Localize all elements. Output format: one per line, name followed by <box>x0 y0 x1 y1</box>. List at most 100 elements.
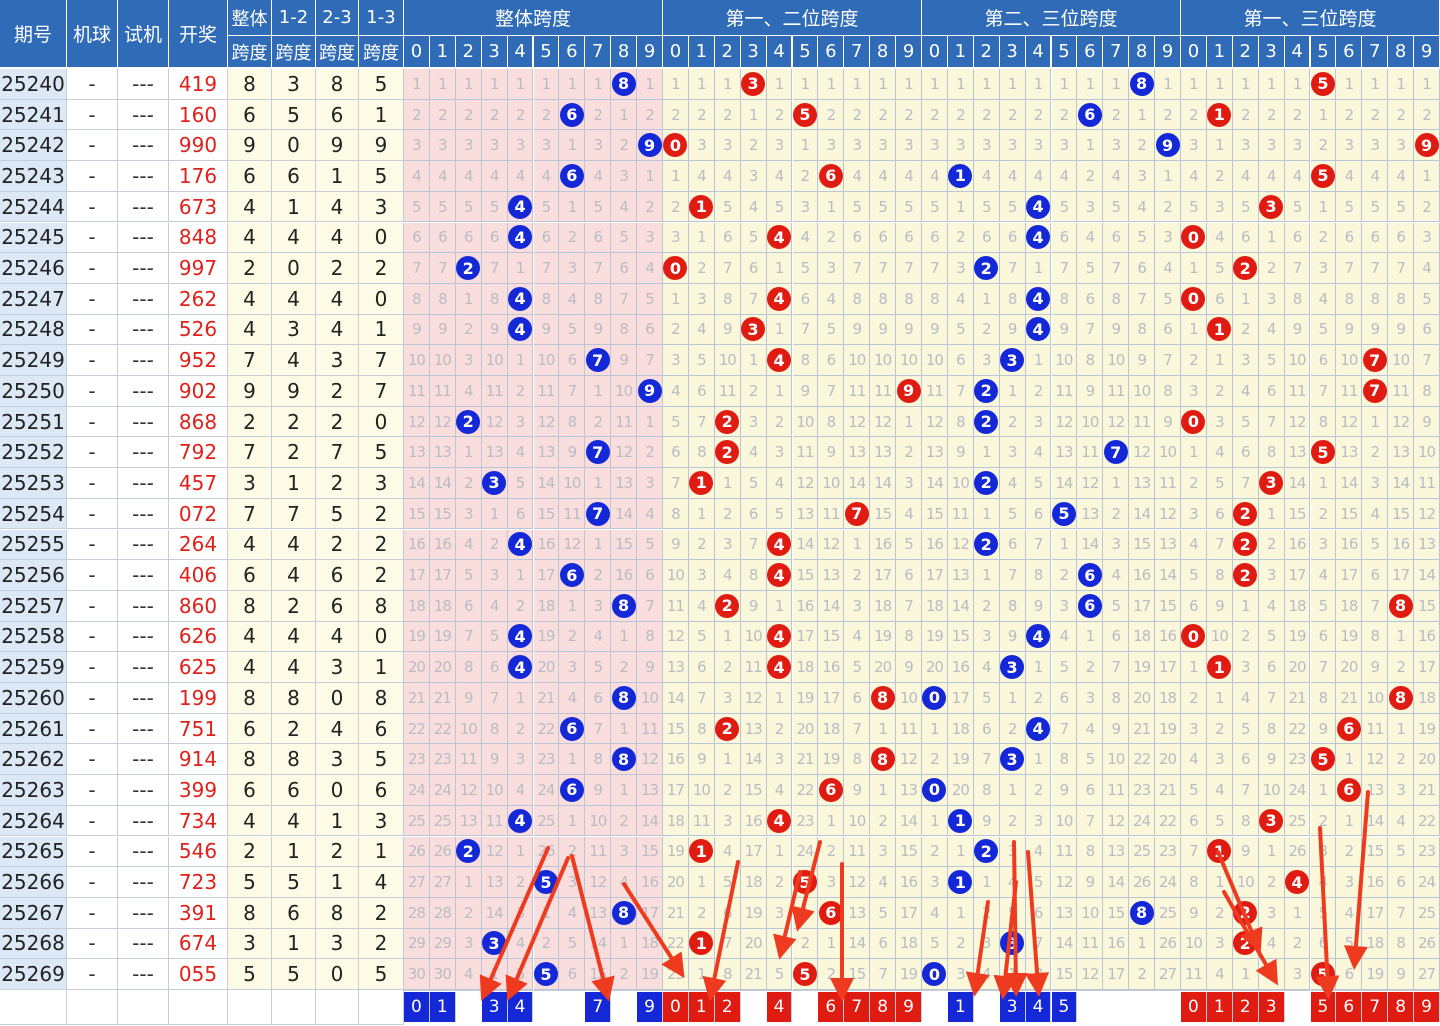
omission-cell: 1 <box>611 775 638 806</box>
omission-cell: 1 <box>1362 406 1389 438</box>
omission-cell: 6 <box>1310 345 1337 376</box>
omission-cell: 16 <box>1155 621 1181 653</box>
omission-cell: 1 <box>688 222 715 254</box>
omission-cell: 18 <box>1336 590 1363 622</box>
hit-cell: 8 <box>611 69 638 100</box>
omission-cell: 17 <box>818 683 845 714</box>
omission-cell: 23 <box>429 744 456 776</box>
omission-cell: 3 <box>507 744 534 776</box>
digit-header: 3 <box>481 36 508 68</box>
omission-cell: 5 <box>999 498 1026 530</box>
omission-cell: 9 <box>663 529 689 561</box>
omission-cell: 6 <box>1103 621 1130 653</box>
omission-cell: 11 <box>429 376 456 407</box>
hit-ball: 4 <box>1026 286 1051 311</box>
omission-cell: 2 <box>1077 652 1104 683</box>
omission-cell: 9 <box>1310 713 1337 745</box>
omission-cell: 3 <box>1336 130 1363 162</box>
omission-cell: 17 <box>740 836 767 868</box>
digit-header: 3 <box>1258 36 1285 68</box>
omission-cell: 13 <box>1388 437 1415 469</box>
test-cell: --- <box>118 897 169 929</box>
omission-cell: 9 <box>455 683 482 714</box>
omission-cell: 13 <box>1414 529 1440 561</box>
hit-cell: 1 <box>1206 652 1233 683</box>
omission-cell: 14 <box>1336 468 1363 499</box>
omission-cell: 14 <box>585 928 612 960</box>
omission-cell: 4 <box>559 897 586 929</box>
omission-cell: 4 <box>507 775 534 806</box>
omission-cell: 4 <box>1310 560 1337 591</box>
omission-cell: 5 <box>922 928 948 960</box>
digit-header: 0 <box>922 36 948 68</box>
hit-cell: 1 <box>1206 314 1233 346</box>
omission-cell: 7 <box>896 590 922 622</box>
omission-cell: 7 <box>870 253 897 284</box>
omission-cell: 2 <box>1232 99 1259 131</box>
omission-cell: 11 <box>818 498 845 530</box>
span-value: 8 <box>228 590 272 622</box>
omission-cell: 4 <box>688 590 715 622</box>
omission-cell: 7 <box>1310 652 1337 683</box>
hit-ball: 4 <box>508 225 533 250</box>
omission-cell: 3 <box>481 130 508 162</box>
hit-ball: 0 <box>1181 624 1206 649</box>
omission-cell: 4 <box>688 161 715 192</box>
omission-cell: 8 <box>922 283 948 315</box>
omission-cell: 3 <box>896 130 922 162</box>
omission-cell: 4 <box>714 836 741 868</box>
omission-cell: 2 <box>637 99 663 131</box>
omission-cell: 3 <box>507 406 534 438</box>
test-cell: --- <box>118 928 169 960</box>
omission-cell: 8 <box>1103 283 1130 315</box>
omission-cell: 2 <box>1051 99 1078 131</box>
span-value: 4 <box>228 283 272 315</box>
omission-cell: 9 <box>740 590 767 622</box>
omission-cell: 4 <box>870 867 897 898</box>
hit-ball: 6 <box>559 163 584 188</box>
omission-cell: 14 <box>1362 805 1389 837</box>
omission-cell: 17 <box>1388 560 1415 591</box>
omission-cell: 6 <box>637 560 663 591</box>
omission-cell: 2 <box>714 775 741 806</box>
omission-cell: 5 <box>1388 191 1415 223</box>
omission-cell: 15 <box>585 959 612 990</box>
omission-cell: 1 <box>973 283 1000 315</box>
omission-cell: 24 <box>1155 867 1181 898</box>
omission-cell: 2 <box>818 99 845 131</box>
omission-cell: 12 <box>404 406 430 438</box>
hit-ball: 7 <box>1362 378 1387 403</box>
draw-number: 792 <box>169 437 228 469</box>
hit-cell: 5 <box>792 959 819 990</box>
omission-cell: 7 <box>1362 590 1389 622</box>
hit-ball: 2 <box>456 409 481 434</box>
omission-cell: 8 <box>1155 376 1181 407</box>
omission-cell: 9 <box>611 345 638 376</box>
omission-cell: 3 <box>818 130 845 162</box>
omission-cell: 15 <box>740 775 767 806</box>
span-value: 2 <box>272 437 316 469</box>
omission-cell: 1 <box>585 69 612 100</box>
hit-cell: 4 <box>507 314 534 346</box>
omission-cell: 1 <box>896 69 922 100</box>
omission-cell: 3 <box>1388 775 1415 806</box>
omission-cell: 4 <box>1103 161 1130 192</box>
omission-cell: 19 <box>1155 713 1181 745</box>
hit-cell: 0 <box>1181 283 1207 315</box>
omission-cell: 3 <box>404 130 430 162</box>
omission-cell: 3 <box>533 130 560 162</box>
hit-cell: 3 <box>1258 191 1285 223</box>
issue-cell: 25240 <box>0 69 67 100</box>
hit-cell: 5 <box>1310 437 1337 469</box>
omission-cell: 3 <box>1310 836 1337 868</box>
hit-ball: 5 <box>792 962 817 987</box>
span-value: 4 <box>316 314 359 346</box>
omission-cell: 29 <box>404 928 430 960</box>
omission-cell: 1 <box>429 69 456 100</box>
hit-ball: 8 <box>1129 900 1154 925</box>
omission-cell: 7 <box>481 683 508 714</box>
omission-cell: 10 <box>688 775 715 806</box>
hit-ball: 0 <box>922 962 947 987</box>
omission-cell: 23 <box>792 805 819 837</box>
omission-cell: 4 <box>922 897 948 929</box>
